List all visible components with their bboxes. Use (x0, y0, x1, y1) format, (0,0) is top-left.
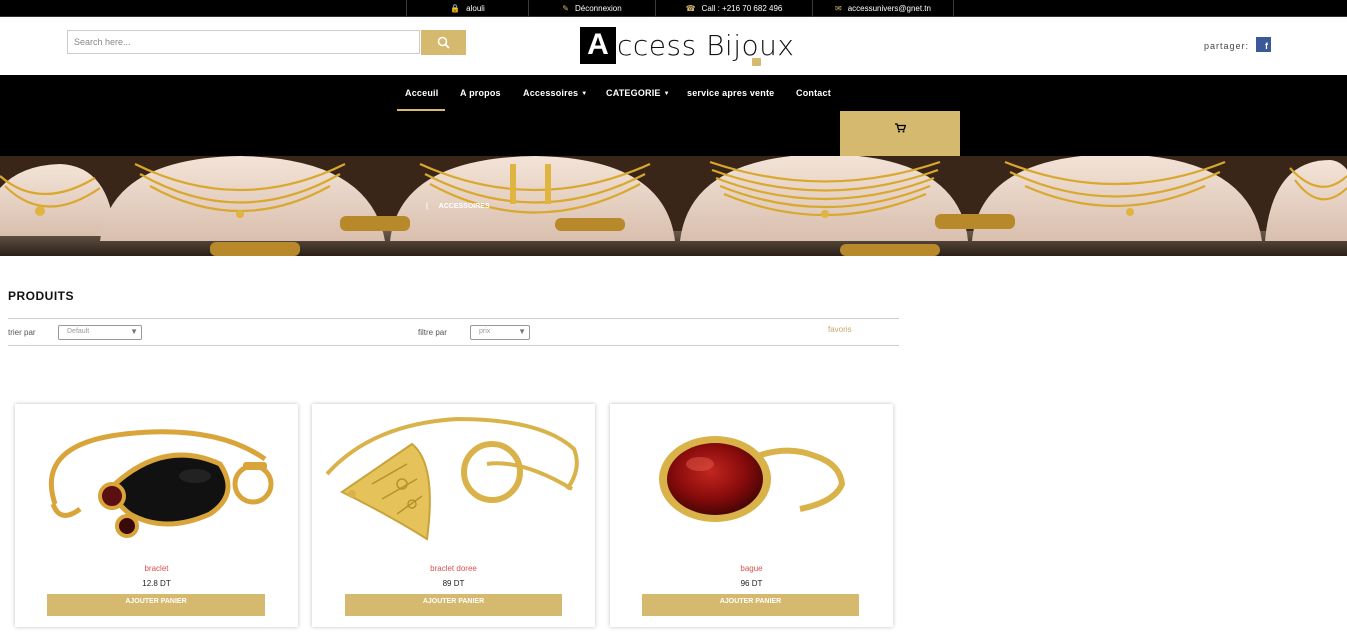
active-nav-indicator (397, 109, 445, 111)
share-label: partager: (1204, 41, 1250, 51)
triangle-down-icon: ▼ (518, 327, 526, 336)
nav-item-categorie[interactable]: CATEGORIE ▼ (606, 88, 670, 98)
lock-icon: 🔒 (450, 4, 461, 13)
nav-item-categorie-label: CATEGORIE (606, 88, 661, 98)
filter-select-value: prix (479, 328, 491, 335)
nav-item-accessoires[interactable]: Accessoires ▼ (523, 88, 587, 98)
sort-select-value: Default (67, 328, 90, 335)
search-input[interactable] (67, 30, 420, 54)
product-card[interactable]: braclet 12.8 DT AJOUTER PANIER (15, 404, 298, 627)
email-link[interactable]: ✉ accessunivers@gnet.tn (812, 0, 954, 17)
add-to-cart-button[interactable]: AJOUTER PANIER (345, 594, 562, 616)
product-price: 96 DT (740, 579, 763, 588)
envelope-icon: ✉ (835, 4, 842, 13)
nav-item-contact[interactable]: Contact (796, 88, 831, 98)
product-price: 12.8 DT (142, 579, 171, 588)
search-button[interactable] (421, 30, 466, 55)
nav-item-a-propos[interactable]: A propos (460, 88, 501, 98)
ring-image (659, 436, 846, 522)
cart-button[interactable] (840, 111, 960, 156)
product-card[interactable]: braclet doree 89 DT AJOUTER PANIER (312, 404, 595, 627)
caret-down-icon: ▼ (663, 90, 670, 97)
breadcrumb-separator: | (426, 203, 428, 210)
filter-label: filtre par (418, 328, 447, 337)
breadcrumb: | ACCESSOIRES (426, 203, 490, 210)
facebook-icon[interactable]: f (1256, 37, 1271, 52)
logout-link[interactable]: ✎ Déconnexion (528, 0, 655, 17)
filter-bar: trier par Default ▼ filtre par prix ▼ fa… (8, 318, 899, 346)
logo-letter: A (580, 26, 616, 64)
products-title: PRODUITS (8, 289, 75, 303)
nav-item-acceuil[interactable]: Acceuil (405, 88, 438, 98)
user-name: alouli (466, 4, 485, 13)
sort-select[interactable]: Default ▼ (58, 325, 142, 340)
filter-select[interactable]: prix ▼ (470, 325, 530, 340)
banner-jewelry-image (0, 156, 1347, 256)
product-name[interactable]: bague (610, 564, 893, 573)
logout-label: Déconnexion (575, 4, 622, 13)
add-to-cart-button[interactable]: AJOUTER PANIER (642, 594, 859, 616)
triangle-down-icon: ▼ (130, 327, 138, 336)
bracelet-image (48, 429, 274, 538)
jewelry-banner: | ACCESSOIRES (0, 156, 1347, 256)
product-name[interactable]: braclet (15, 564, 298, 573)
bracelet-image (325, 416, 579, 541)
phone-icon: ☎ (685, 4, 696, 13)
call-link[interactable]: ☎ Call : +216 70 682 496 (655, 0, 812, 17)
product-price: 89 DT (442, 579, 465, 588)
shopping-bag-icon (752, 58, 761, 66)
top-bar: 🔒 alouli ✎ Déconnexion ☎ Call : +216 70 … (0, 0, 1347, 17)
product-card[interactable]: bague 96 DT AJOUTER PANIER (610, 404, 893, 627)
product-image[interactable] (15, 404, 298, 551)
product-image[interactable] (610, 404, 893, 551)
logo-text: ccess Bijoux (617, 28, 795, 62)
cart-icon (894, 123, 906, 133)
product-image[interactable] (312, 404, 595, 551)
site-logo[interactable]: A ccess Bijoux (580, 25, 794, 65)
main-navigation: Acceuil A propos Accessoires ▼ CATEGORIE ▼… (0, 75, 1347, 156)
product-name[interactable]: braclet doree (312, 564, 595, 573)
edit-icon: ✎ (562, 4, 569, 13)
caret-down-icon: ▼ (581, 90, 588, 97)
call-label: Call : +216 70 682 496 (701, 4, 783, 13)
breadcrumb-current[interactable]: ACCESSOIRES (439, 203, 490, 210)
nav-item-service[interactable]: service apres vente (687, 88, 774, 98)
add-to-cart-button[interactable]: AJOUTER PANIER (47, 594, 265, 616)
sort-label: trier par (8, 328, 36, 337)
email-label: accessunivers@gnet.tn (847, 4, 931, 13)
nav-item-accessoires-label: Accessoires (523, 88, 579, 98)
user-account-link[interactable]: 🔒 alouli (406, 0, 528, 17)
favorites-link[interactable]: favoris (828, 325, 852, 334)
search-icon (437, 36, 450, 49)
